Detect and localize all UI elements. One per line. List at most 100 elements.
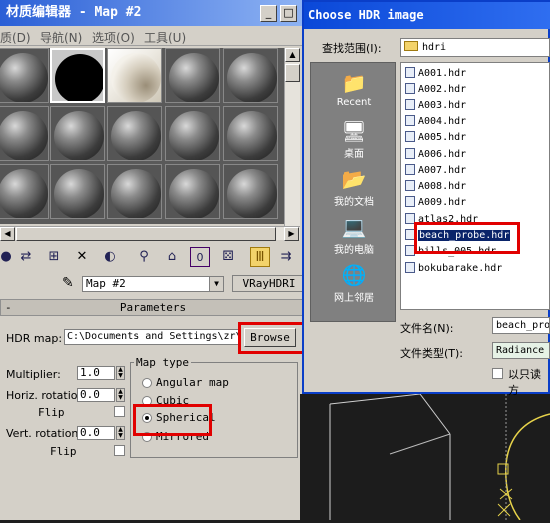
- rollout-title: Parameters: [119, 301, 187, 314]
- parameters-rollout-header[interactable]: - Parameters: [0, 299, 306, 316]
- sample-slot[interactable]: [107, 164, 162, 219]
- place-recent[interactable]: 📁 Recent: [311, 71, 397, 108]
- assign-icon[interactable]: ⊞: [44, 247, 64, 267]
- sample-slots-horizontal-scrollbar[interactable]: ◀ ▶: [0, 226, 300, 241]
- file-item[interactable]: A005.hdr: [405, 131, 466, 145]
- highlight-spherical: [133, 404, 212, 436]
- minimize-button[interactable]: _: [260, 5, 277, 22]
- map-name-field[interactable]: Map #2 ▼: [82, 276, 224, 292]
- my-documents-icon: 📂: [341, 167, 367, 191]
- scroll-thumb[interactable]: [285, 64, 300, 82]
- file-item[interactable]: A006.hdr: [405, 148, 466, 162]
- go-parent-icon[interactable]: Ⅲ: [250, 247, 270, 267]
- place-my-computer[interactable]: 💻 我的电脑: [311, 215, 397, 256]
- radio-angular-map[interactable]: [142, 378, 152, 388]
- material-toolbar: ● ⇄ ⊞ ✕ ◐ ⚲ ⌂ 0 ⚄ Ⅲ ⇉: [0, 244, 306, 270]
- flip-vertical-checkbox[interactable]: [114, 445, 125, 456]
- show-map-icon[interactable]: 0: [190, 247, 210, 267]
- sample-slot[interactable]: [0, 164, 49, 219]
- folder-icon: [404, 41, 418, 51]
- flip-vertical-label: Flip: [50, 445, 77, 458]
- sample-slots: [0, 48, 284, 224]
- sample-slot[interactable]: [165, 106, 220, 161]
- menu-options[interactable]: 选项(O): [92, 29, 135, 46]
- hdr-file-icon: [405, 196, 415, 207]
- hdr-map-label: HDR map:: [6, 332, 63, 345]
- sample-slot[interactable]: [223, 164, 278, 219]
- place-network[interactable]: 🌐 网上邻居: [311, 263, 397, 304]
- menu-navigation[interactable]: 导航(N): [40, 29, 82, 46]
- hdr-file-icon: [405, 131, 415, 142]
- flip-horizontal-label: Flip: [38, 406, 65, 419]
- filename-input[interactable]: beach_probe: [492, 317, 550, 334]
- horiz-rotation-spinner[interactable]: ▲ ▼: [116, 388, 125, 402]
- recent-folder-icon: 📁: [341, 71, 367, 95]
- hdr-map-path-field[interactable]: C:\Documents and Settings\zr\M: [64, 329, 240, 345]
- file-item[interactable]: A009.hdr: [405, 196, 466, 210]
- dialog-title: Choose HDR image: [304, 2, 550, 29]
- material-id-icon[interactable]: ⚲: [134, 247, 154, 267]
- menu-utilities[interactable]: 工具(U): [144, 29, 186, 46]
- scroll-left-icon[interactable]: ◀: [0, 227, 15, 241]
- sample-slot[interactable]: [165, 164, 220, 219]
- horiz-rotation-input[interactable]: 0.0: [77, 388, 115, 402]
- pick-icon[interactable]: ⇄: [16, 247, 36, 267]
- file-item[interactable]: A001.hdr: [405, 67, 466, 81]
- highlight-selected-file: [414, 222, 520, 254]
- collapse-icon: -: [5, 301, 12, 314]
- eyedropper-icon[interactable]: ✎: [62, 275, 74, 291]
- sample-slots-vertical-scrollbar[interactable]: ▲: [284, 48, 300, 226]
- sample-slot-active[interactable]: [107, 48, 162, 103]
- readonly-checkbox[interactable]: [492, 368, 503, 379]
- look-in-label: 查找范围(I):: [322, 42, 382, 55]
- vert-rotation-label: Vert. rotation:: [6, 427, 83, 440]
- choose-hdr-dialog: Choose HDR image 查找范围(I): hdri 📁 Recent 🖥…: [302, 0, 550, 397]
- material-editor-window: 材质编辑器 - Map #2 _ □ 质(D) 导航(N) 选项(O) 工具(U…: [0, 0, 306, 520]
- maximize-button[interactable]: □: [280, 5, 297, 22]
- place-my-documents[interactable]: 📂 我的文档: [311, 167, 397, 208]
- viewport[interactable]: [300, 393, 550, 521]
- scroll-up-icon[interactable]: ▲: [285, 48, 300, 62]
- flip-horizontal-checkbox[interactable]: [114, 406, 125, 417]
- place-desktop[interactable]: 🖥 桌面: [311, 119, 397, 160]
- vert-rotation-input[interactable]: 0.0: [77, 426, 115, 440]
- hdr-file-icon: [405, 67, 415, 78]
- sample-slot[interactable]: [50, 106, 105, 161]
- sample-slot[interactable]: [107, 106, 162, 161]
- map-type-button[interactable]: VRayHDRI: [232, 275, 306, 292]
- file-item[interactable]: A003.hdr: [405, 99, 466, 113]
- multiplier-label: Multiplier:: [6, 368, 61, 381]
- sample-slot[interactable]: [50, 164, 105, 219]
- menu-material[interactable]: 质(D): [0, 29, 31, 46]
- go-sibling-icon[interactable]: ⇉: [276, 247, 296, 267]
- copy-icon[interactable]: ◐: [100, 247, 120, 267]
- unique-icon[interactable]: ⌂: [162, 247, 182, 267]
- vert-rotation-spinner[interactable]: ▲ ▼: [116, 426, 125, 440]
- sample-slot[interactable]: [165, 48, 220, 103]
- sphere-icon[interactable]: ●: [0, 247, 16, 267]
- sample-slot[interactable]: [0, 106, 49, 161]
- scroll-thumb[interactable]: [16, 227, 276, 241]
- background-icon[interactable]: ⚄: [218, 247, 238, 267]
- file-item[interactable]: bokubarake.hdr: [405, 262, 502, 276]
- sample-slot[interactable]: [0, 48, 49, 103]
- look-in-dropdown[interactable]: hdri: [400, 38, 550, 57]
- file-item[interactable]: A002.hdr: [405, 83, 466, 97]
- hdr-file-icon: [405, 115, 415, 126]
- file-item[interactable]: A007.hdr: [405, 164, 466, 178]
- desktop-icon: 🖥: [341, 119, 367, 143]
- filetype-dropdown[interactable]: Radiance H: [492, 342, 550, 359]
- sample-slot[interactable]: [223, 48, 278, 103]
- hdr-file-icon: [405, 164, 415, 175]
- sample-slot[interactable]: [50, 48, 105, 103]
- delete-icon[interactable]: ✕: [72, 247, 92, 267]
- hdr-file-icon: [405, 148, 415, 159]
- chevron-down-icon[interactable]: ▼: [209, 277, 223, 291]
- multiplier-input[interactable]: 1.0: [77, 366, 115, 380]
- file-item[interactable]: A008.hdr: [405, 180, 466, 194]
- multiplier-spinner[interactable]: ▲ ▼: [116, 366, 125, 380]
- scroll-right-icon[interactable]: ▶: [284, 227, 299, 241]
- sample-slot[interactable]: [223, 106, 278, 161]
- map-type-group-title: Map type: [134, 356, 191, 369]
- file-item[interactable]: A004.hdr: [405, 115, 466, 129]
